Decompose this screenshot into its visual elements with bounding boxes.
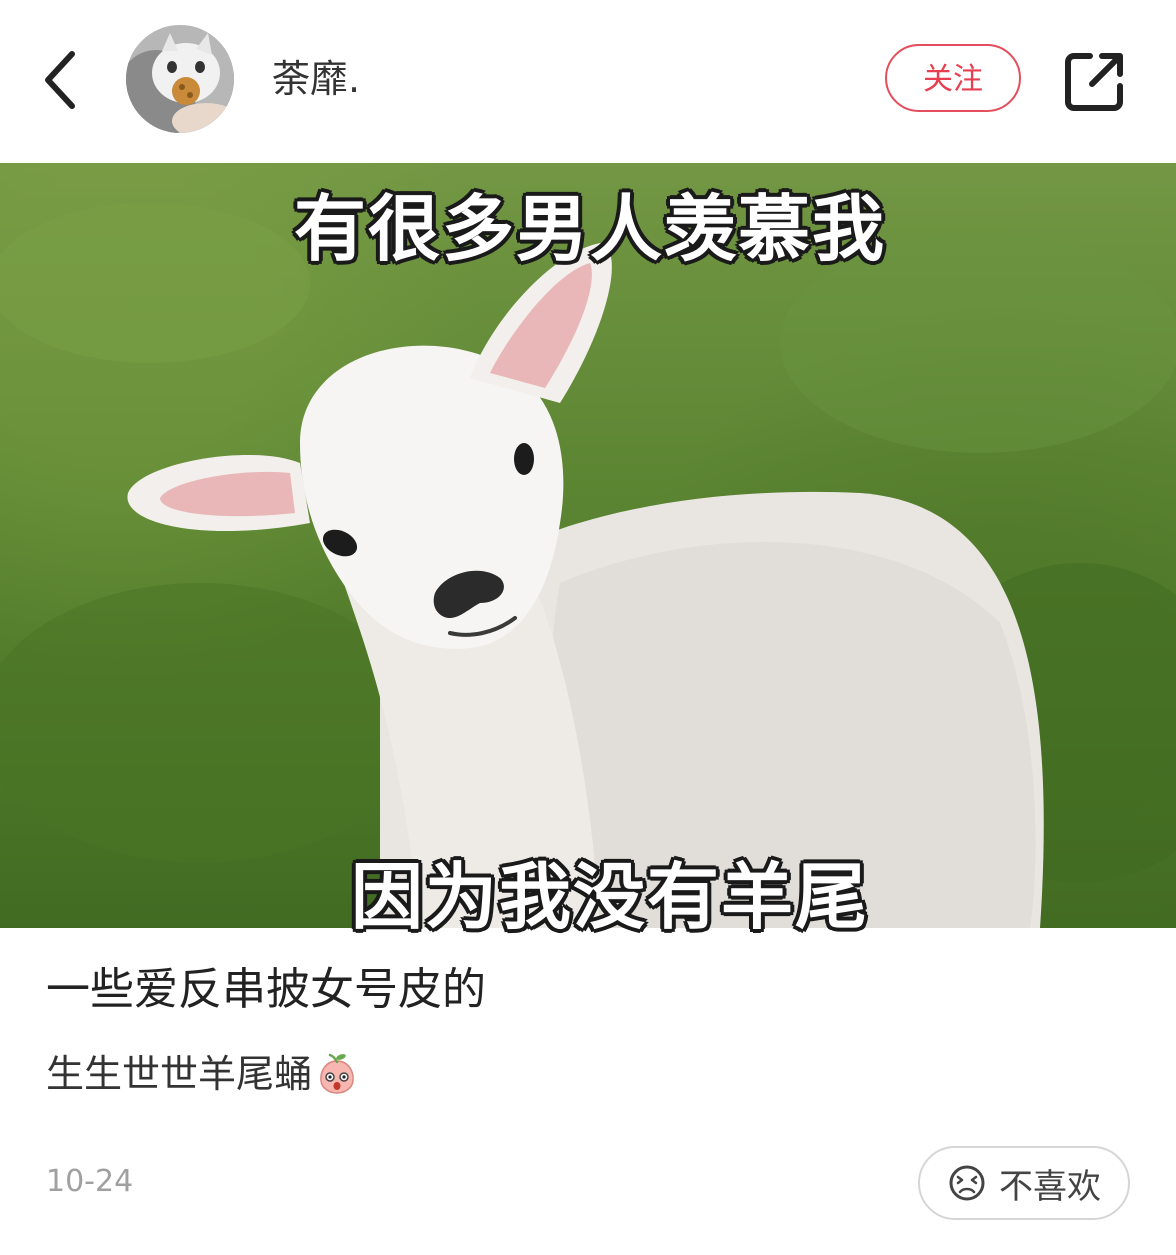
- peach-face-emoji-icon: [316, 1053, 358, 1095]
- meme-caption-top: 有很多男人羡慕我: [293, 187, 886, 271]
- cat-avatar-image: [126, 25, 234, 133]
- post-image[interactable]: [0, 163, 1176, 928]
- dislike-label: 不喜欢: [999, 1166, 1101, 1207]
- username[interactable]: 荼靡.: [272, 54, 360, 104]
- post-date: 10-24: [46, 1164, 134, 1199]
- share-external-icon: [1065, 53, 1123, 111]
- back-button[interactable]: [30, 40, 90, 120]
- follow-button[interactable]: 关注: [885, 44, 1021, 112]
- chevron-left-icon: [45, 51, 75, 109]
- avatar[interactable]: [126, 25, 234, 133]
- post-title: 一些爱反串披女号皮的: [46, 964, 486, 1015]
- meme-caption-bottom: 因为我没有羊尾: [350, 855, 869, 939]
- top-bar: 荼靡. 关注: [0, 0, 1176, 163]
- post-detail-page: 荼靡. 关注 有很多男人羡慕我 因为我没有羊尾 一些爱反串披女号皮的 生生世世羊…: [0, 0, 1176, 1255]
- lamb-illustration: [0, 203, 1176, 928]
- dislike-button[interactable]: 不喜欢: [918, 1146, 1130, 1220]
- post-body: 生生世世羊尾蛹: [46, 1048, 358, 1100]
- unhappy-face-icon: [949, 1165, 985, 1201]
- share-button[interactable]: [1062, 48, 1128, 114]
- post-body-text: 生生世世羊尾蛹: [46, 1052, 313, 1096]
